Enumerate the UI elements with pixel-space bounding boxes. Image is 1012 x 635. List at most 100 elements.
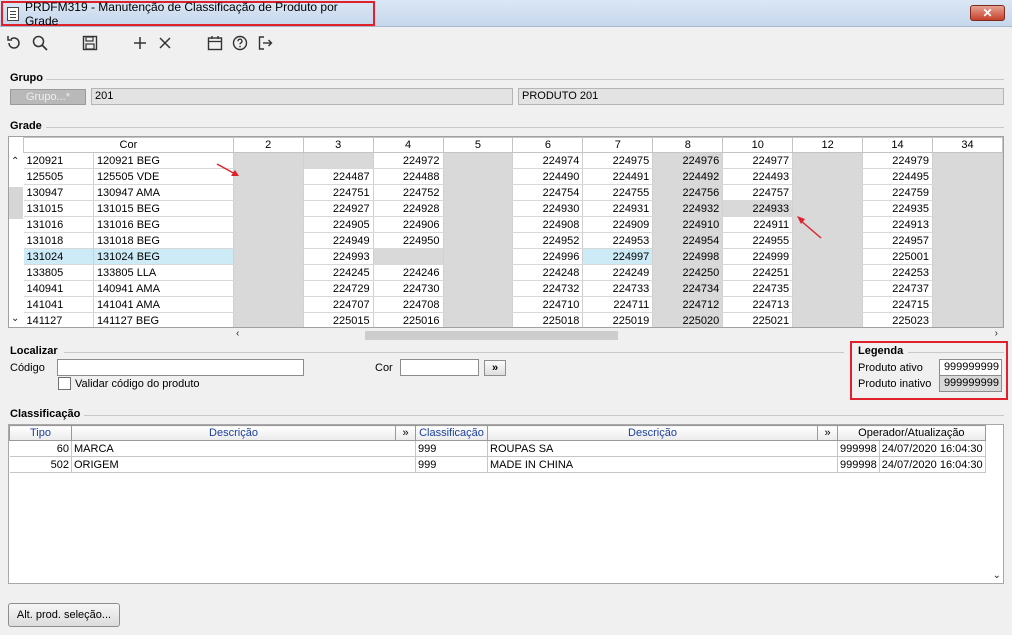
grade-row[interactable]: 141041 141041 AMA 224707 224708 224710 224711…: [23, 296, 1003, 313]
grade-cell[interactable]: 224997: [582, 248, 654, 265]
grade-row[interactable]: 131016 131016 BEG 224905 224906 224908 224909…: [23, 216, 1003, 233]
grade-row[interactable]: 140941 140941 AMA 224729 224730 224732 224733…: [23, 280, 1003, 297]
grade-cell[interactable]: 224957: [862, 232, 933, 249]
grade-cell[interactable]: [932, 216, 1003, 233]
grade-row[interactable]: 131018 131018 BEG 224949 224950 224952 224953…: [23, 232, 1003, 249]
grade-cell[interactable]: 224708: [373, 296, 444, 313]
size-column-header[interactable]: 14: [862, 137, 933, 153]
tipo-cell[interactable]: 502: [9, 456, 72, 473]
grade-cell[interactable]: 224713: [722, 296, 794, 313]
grade-cell[interactable]: [233, 232, 304, 249]
grade-cell[interactable]: 224910: [652, 216, 724, 233]
codigo-cell[interactable]: 130947: [23, 184, 94, 201]
grade-row[interactable]: 133805 133805 LLA 224245 224246 224248 224249…: [23, 264, 1003, 281]
grade-cell[interactable]: 225021: [722, 312, 794, 327]
table-row[interactable]: 502 ORIGEM 999 MADE IN CHINA 999998 24/0…: [9, 456, 986, 473]
grade-cell[interactable]: 224707: [303, 296, 374, 313]
grade-cell[interactable]: 224909: [582, 216, 654, 233]
grade-cell[interactable]: 224245: [303, 264, 374, 281]
grade-cell[interactable]: 224757: [722, 184, 794, 201]
grade-cell[interactable]: [932, 248, 1003, 265]
grade-cell[interactable]: 224905: [303, 216, 374, 233]
grade-cell[interactable]: 225016: [373, 312, 444, 327]
cor-cell[interactable]: 125505 VDE: [93, 168, 234, 185]
grid-horizontal-scrollbar[interactable]: ‹ ›: [232, 328, 1004, 342]
cls-scroll-down-icon[interactable]: ⌄: [993, 570, 1001, 581]
delete-icon[interactable]: [154, 32, 176, 54]
cor-cell[interactable]: 131024 BEG: [93, 248, 234, 265]
grade-cell[interactable]: [443, 296, 514, 313]
grade-cell[interactable]: [792, 312, 864, 327]
grade-cell[interactable]: [443, 216, 514, 233]
grade-cell[interactable]: [233, 296, 304, 313]
grade-cell[interactable]: 225001: [862, 248, 933, 265]
grid-scroll-down-icon[interactable]: ⌄: [11, 313, 19, 324]
grade-cell[interactable]: 224954: [652, 232, 724, 249]
descricao2-cell[interactable]: MADE IN CHINA: [487, 456, 838, 473]
descricao2-cell[interactable]: ROUPAS SA: [487, 440, 838, 457]
grade-row[interactable]: 120921 120921 BEG 224972 224974 224975 224976…: [23, 152, 1003, 169]
grade-cell[interactable]: [792, 280, 864, 297]
cor-input[interactable]: [400, 359, 479, 376]
grade-cell[interactable]: 224906: [373, 216, 444, 233]
grade-cell[interactable]: 224998: [652, 248, 724, 265]
size-column-header[interactable]: 3: [302, 137, 374, 153]
grade-cell[interactable]: [932, 168, 1003, 185]
grade-cell[interactable]: 224972: [373, 152, 444, 169]
descricao-cell[interactable]: MARCA: [71, 440, 416, 457]
operador-column-header[interactable]: Operador/Atualização: [837, 425, 986, 441]
grade-cell[interactable]: [792, 152, 864, 169]
grupo-code-field[interactable]: 201: [91, 88, 513, 105]
grade-cell[interactable]: 224711: [582, 296, 654, 313]
descricao-cell[interactable]: ORIGEM: [71, 456, 416, 473]
grade-cell[interactable]: 224933: [722, 200, 794, 217]
grade-cell[interactable]: [792, 168, 864, 185]
horizontal-scroll-thumb[interactable]: [365, 331, 618, 340]
size-column-header[interactable]: 2: [232, 137, 304, 153]
grade-cell[interactable]: 225018: [512, 312, 584, 327]
grade-cell[interactable]: 224729: [303, 280, 374, 297]
codigo-cell[interactable]: 120921: [23, 152, 94, 169]
grade-cell[interactable]: 224732: [512, 280, 584, 297]
grade-cell[interactable]: 224712: [652, 296, 724, 313]
size-column-header[interactable]: 12: [792, 137, 864, 153]
cor-cell[interactable]: 120921 BEG: [93, 152, 234, 169]
grade-cell[interactable]: 224950: [373, 232, 444, 249]
scroll-left-icon[interactable]: ‹: [236, 328, 239, 339]
grade-cell[interactable]: 224931: [582, 200, 654, 217]
grade-cell[interactable]: [932, 200, 1003, 217]
grade-cell[interactable]: 225019: [582, 312, 654, 327]
grid-scroll-up-icon[interactable]: ⌃: [11, 156, 19, 167]
grade-cell[interactable]: 224952: [512, 232, 584, 249]
grade-cell[interactable]: [932, 232, 1003, 249]
codigo-cell[interactable]: 141041: [23, 296, 94, 313]
cor-cell[interactable]: 141041 AMA: [93, 296, 234, 313]
grade-row[interactable]: 130947 130947 AMA 224751 224752 224754 224755…: [23, 184, 1003, 201]
grade-cell[interactable]: 224250: [652, 264, 724, 281]
search-icon[interactable]: [29, 32, 51, 54]
grade-cell[interactable]: [932, 296, 1003, 313]
grupo-button[interactable]: Grupo...*: [10, 89, 86, 105]
classificacao-cell[interactable]: 999: [415, 456, 488, 473]
grade-cell[interactable]: 224248: [512, 264, 584, 281]
grade-cell[interactable]: 224488: [373, 168, 444, 185]
grade-cell[interactable]: 224253: [862, 264, 933, 281]
grade-row[interactable]: 131024 131024 BEG 224993 224996 224997 224998…: [23, 248, 1003, 265]
table-row[interactable]: 60 MARCA 999 ROUPAS SA 999998 24/07/2020…: [9, 440, 986, 457]
more-button-1[interactable]: »: [395, 425, 416, 441]
size-column-header[interactable]: 6: [512, 137, 584, 153]
grade-cell[interactable]: [792, 184, 864, 201]
grade-cell[interactable]: 224715: [862, 296, 933, 313]
codigo-cell[interactable]: 141127: [23, 312, 94, 327]
grade-cell[interactable]: 224996: [512, 248, 584, 265]
grade-cell[interactable]: 224495: [862, 168, 933, 185]
grade-cell[interactable]: [233, 248, 304, 265]
size-column-header[interactable]: 10: [722, 137, 794, 153]
save-icon[interactable]: [79, 32, 101, 54]
classificacao-table-panel[interactable]: Tipo Descrição » Classificação Descrição…: [8, 424, 1004, 584]
cor-cell[interactable]: 130947 AMA: [93, 184, 234, 201]
grade-cell[interactable]: [932, 312, 1003, 327]
grade-cell[interactable]: 224755: [582, 184, 654, 201]
grade-cell[interactable]: 224246: [373, 264, 444, 281]
grade-cell[interactable]: 224911: [722, 216, 794, 233]
